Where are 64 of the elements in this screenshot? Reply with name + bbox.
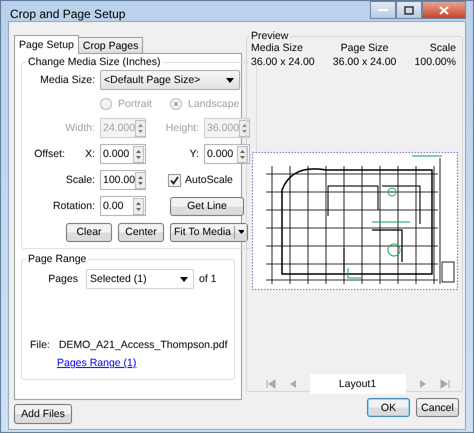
previous-page-icon[interactable] xyxy=(288,379,298,389)
next-page-icon[interactable] xyxy=(418,379,428,389)
action-button[interactable]: Clear xyxy=(66,222,112,242)
field-label: Width: xyxy=(64,122,96,134)
media-size-dropdown[interactable]: <Default Page Size> xyxy=(100,70,240,90)
dialog-button[interactable]: Cancel xyxy=(416,398,459,417)
last-page-icon[interactable] xyxy=(440,379,450,389)
column-heading: Page Size xyxy=(340,42,389,54)
maximize-icon xyxy=(404,6,414,14)
offset-y-field[interactable]: 0.000 xyxy=(204,144,250,164)
spinner-icon xyxy=(135,172,146,188)
dropdown-arrow-icon xyxy=(238,230,244,234)
file-name: DEMO_A21_Access_Thompson.pdf xyxy=(58,339,228,351)
field-label: X: xyxy=(84,148,96,160)
action-button[interactable]: Center xyxy=(118,222,164,242)
tab[interactable]: Crop Pages xyxy=(78,37,144,53)
spinner-icon xyxy=(135,120,146,136)
column-heading: Media Size xyxy=(251,42,304,54)
autoscale-checkbox[interactable]: AutoScale xyxy=(168,174,233,186)
first-page-icon[interactable] xyxy=(266,379,276,389)
minimize-icon xyxy=(378,8,388,12)
spinner-icon xyxy=(239,120,250,136)
fit-to-media-button[interactable]: Fit To Media xyxy=(170,222,248,242)
field-label: Scale: xyxy=(64,174,96,186)
group-title: Page Range xyxy=(27,253,88,265)
radio-label: Portrait xyxy=(118,98,152,110)
checkbox[interactable] xyxy=(168,174,181,186)
file-label: File: xyxy=(30,339,50,351)
group-title: Change Media Size (Inches) xyxy=(27,56,162,68)
column-value: 100.00% xyxy=(414,56,456,68)
checkbox-label: AutoScale xyxy=(185,174,233,186)
group-title: Preview xyxy=(250,30,290,42)
field-label: Height: xyxy=(164,122,200,134)
spinner-icon xyxy=(133,198,144,214)
dialog-button[interactable]: OK xyxy=(367,398,410,417)
checkmark-icon xyxy=(170,176,179,184)
pages-dropdown[interactable]: Selected (1) xyxy=(86,269,194,289)
spinner-icon xyxy=(133,146,144,162)
field-label: Pages xyxy=(47,273,79,285)
dropdown-arrow-icon xyxy=(226,78,234,82)
window-title: Crop and Page Setup xyxy=(9,6,126,21)
column-value: 36.00 x 24.00 xyxy=(251,56,315,68)
pages-range-link[interactable]: Pages Range (1) xyxy=(57,357,136,369)
rotation-field[interactable]: 0.00 xyxy=(100,196,146,216)
scale-field[interactable]: 100.00 xyxy=(100,170,146,190)
field-label: Media Size: xyxy=(39,74,96,86)
close-button[interactable] xyxy=(422,1,466,19)
radio-label: Landscape xyxy=(188,98,240,110)
close-icon xyxy=(439,6,449,14)
tab[interactable]: Page Setup xyxy=(14,35,79,54)
offset-x-field[interactable]: 0.000 xyxy=(100,144,146,164)
field-label: Offset: xyxy=(33,148,66,160)
page-count-label: of 1 xyxy=(198,273,217,285)
column-value: 36.00 x 24.00 xyxy=(332,56,396,68)
minimize-button[interactable] xyxy=(370,1,396,19)
add-files-button[interactable]: Add Files xyxy=(14,404,72,424)
field-label: Y: xyxy=(188,148,200,160)
dropdown-arrow-icon xyxy=(180,276,188,282)
get-line-button[interactable]: Get Line xyxy=(170,196,244,216)
field-label: Rotation: xyxy=(52,200,96,212)
column-heading: Scale xyxy=(430,42,456,54)
maximize-button[interactable] xyxy=(396,1,422,19)
page-name-field[interactable]: Layout1 xyxy=(310,374,406,394)
spinner-icon xyxy=(237,146,248,162)
